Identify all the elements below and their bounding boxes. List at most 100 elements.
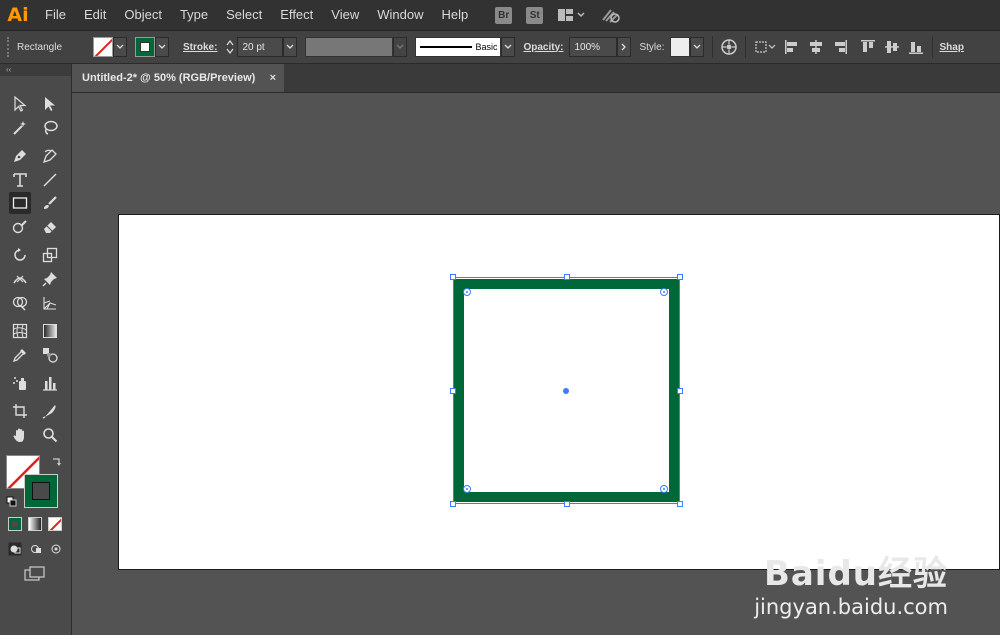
stroke-weight-dropdown[interactable] [283,37,298,57]
selection-tool[interactable] [9,93,31,115]
hand-tool[interactable] [9,424,31,446]
magic-wand-tool[interactable] [9,117,31,139]
menu-help[interactable]: Help [432,0,477,30]
stroke-dropdown[interactable] [155,37,169,57]
bridge-button[interactable]: Br [495,6,513,24]
mesh-tool[interactable] [9,320,31,342]
graphic-style-swatch[interactable] [670,37,691,57]
gradient-mode-button[interactable] [28,517,42,531]
shape-properties-label[interactable]: Shap [939,42,963,53]
opacity-field[interactable]: 100% [569,37,618,57]
gpu-performance-button[interactable] [601,6,621,24]
corner-widget-top-right[interactable] [660,288,668,296]
stroke-weight-field[interactable]: 20 pt [237,37,284,57]
line-segment-tool[interactable] [39,169,61,191]
stroke-color-box[interactable] [24,474,58,508]
mesh-grid-icon [12,323,28,339]
eyedropper-tool[interactable] [9,344,31,366]
align-horizontal-center-button[interactable] [806,37,826,57]
scale-tool[interactable] [39,244,61,266]
default-fill-stroke-button[interactable] [6,496,18,508]
tools-panel-collapse[interactable]: ‹‹ [0,64,71,76]
shape-builder-tool[interactable] [9,292,31,314]
recolor-artwork-button[interactable] [719,37,739,57]
align-left-button[interactable] [782,37,802,57]
menu-type[interactable]: Type [171,0,217,30]
menu-window[interactable]: Window [368,0,432,30]
paintbrush-tool[interactable] [39,192,61,214]
menu-effect[interactable]: Effect [271,0,322,30]
variable-width-profile[interactable] [305,37,394,57]
draw-behind-button[interactable] [29,542,43,556]
menu-select[interactable]: Select [217,0,271,30]
slice-knife-icon [42,405,56,419]
align-vertical-center-button[interactable] [882,37,902,57]
handle-bottom-center[interactable] [564,501,570,507]
blend-tool[interactable] [39,344,61,366]
color-mode-button[interactable] [8,517,22,531]
corner-widget-top-left[interactable] [463,288,471,296]
eraser-tool[interactable] [39,216,61,238]
rotate-tool[interactable] [9,244,31,266]
type-tool[interactable] [9,169,31,191]
shaper-tool[interactable] [9,216,31,238]
handle-bottom-left[interactable] [450,501,456,507]
blend-icon [43,348,58,363]
width-tool[interactable] [9,268,31,290]
brush-dropdown[interactable] [501,37,516,57]
zoom-tool[interactable] [39,424,61,446]
handle-top-left[interactable] [450,274,456,280]
stroke-label[interactable]: Stroke: [183,42,217,53]
corner-widget-bottom-right[interactable] [660,485,668,493]
lasso-tool[interactable] [39,117,61,139]
perspective-grid-tool[interactable] [39,292,61,314]
opacity-slider-button[interactable] [617,37,632,57]
align-to-button[interactable] [752,37,778,57]
close-tab-button[interactable]: × [270,72,276,84]
screen-mode-button[interactable] [24,566,46,582]
workspace-switcher-button[interactable] [557,6,587,24]
swap-fill-stroke-button[interactable] [51,456,63,468]
width-tool-icon [13,275,27,284]
graphic-style-dropdown[interactable] [690,37,705,57]
align-right-button[interactable] [830,37,850,57]
document-tab[interactable]: Untitled-2* @ 50% (RGB/Preview) × [72,64,284,92]
stock-button[interactable]: St [526,6,544,24]
gradient-tool[interactable] [39,320,61,342]
control-bar-grip[interactable] [7,37,13,57]
align-bottom-button[interactable] [906,37,926,57]
variable-width-dropdown[interactable] [393,37,408,57]
artboard-tool[interactable] [9,400,31,422]
pen-tool[interactable] [9,145,31,167]
align-top-button[interactable] [858,37,878,57]
corner-widget-bottom-left[interactable] [463,485,471,493]
chevron-down-icon [158,44,166,49]
handle-bottom-right[interactable] [677,501,683,507]
stroke-swatch[interactable] [135,37,155,57]
curvature-tool[interactable] [39,145,61,167]
menu-file[interactable]: File [36,0,75,30]
menu-view[interactable]: View [322,0,368,30]
fill-dropdown[interactable] [113,37,127,57]
handle-middle-left[interactable] [450,388,456,394]
draw-normal-button[interactable] [8,542,22,556]
direct-selection-tool[interactable] [39,93,61,115]
handle-top-right[interactable] [677,274,683,280]
opacity-label[interactable]: Opacity: [523,42,563,53]
handle-middle-right[interactable] [677,388,683,394]
fill-swatch[interactable] [93,37,113,57]
draw-inside-button[interactable] [49,542,63,556]
magnifier-icon [43,428,58,443]
stroke-weight-stepper[interactable] [223,37,237,57]
menu-object[interactable]: Object [115,0,171,30]
pushpin-icon [42,272,57,287]
brush-definition[interactable]: Basic [415,37,502,57]
column-graph-tool[interactable] [39,372,61,394]
menu-edit[interactable]: Edit [75,0,115,30]
puppet-warp-tool[interactable] [39,268,61,290]
handle-top-center[interactable] [564,274,570,280]
slice-tool[interactable] [39,400,61,422]
none-mode-button[interactable] [48,517,62,531]
symbol-sprayer-tool[interactable] [9,372,31,394]
rectangle-tool[interactable] [9,192,31,214]
